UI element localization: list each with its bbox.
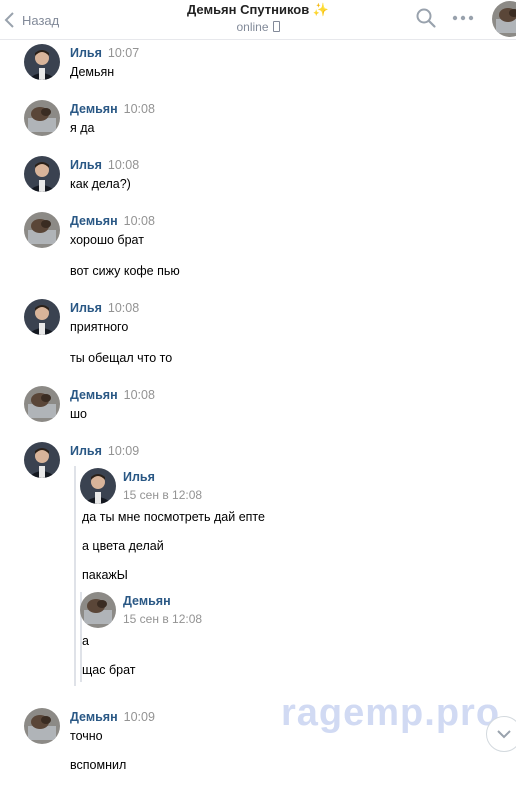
avatar[interactable] xyxy=(24,708,60,744)
message-header: Илья 10:09 xyxy=(70,444,139,458)
message-header: Илья 10:07 xyxy=(70,46,139,60)
message-time[interactable]: 10:08 xyxy=(124,102,155,116)
message-time[interactable]: 10:08 xyxy=(108,301,139,315)
message-time[interactable]: 10:08 xyxy=(124,388,155,402)
message-header: Илья 10:08 xyxy=(70,158,139,172)
message-text: хорошо брат xyxy=(70,233,144,247)
author-name[interactable]: Илья xyxy=(70,158,102,172)
forwarded-author[interactable]: Илья xyxy=(123,470,155,484)
mobile-icon xyxy=(272,21,280,32)
message-text: я да xyxy=(70,121,95,135)
message-text: щас брат xyxy=(82,663,136,677)
message-time[interactable]: 10:08 xyxy=(124,214,155,228)
watermark: ragemp.pro xyxy=(281,692,501,734)
avatar[interactable] xyxy=(24,100,60,136)
author-name[interactable]: Демьян xyxy=(70,102,118,116)
avatar[interactable] xyxy=(24,386,60,422)
search-icon[interactable] xyxy=(415,7,437,29)
message-header: Демьян 10:08 xyxy=(70,214,155,228)
online-status: online xyxy=(0,20,516,34)
message-text: приятного xyxy=(70,320,129,334)
chat-title[interactable]: Демьян Спутников ✨ xyxy=(0,2,516,18)
message-text: вспомнил xyxy=(70,758,127,772)
message: Илья 10:09 Илья 15 сен в 12:08 да ты мне … xyxy=(24,442,504,692)
status-text: online xyxy=(236,20,269,34)
avatar[interactable] xyxy=(24,44,60,80)
message-header: Демьян 10:09 xyxy=(70,710,155,724)
message-text: Демьян xyxy=(70,65,115,79)
message-header: Илья 10:08 xyxy=(70,301,139,315)
message-header: Демьян 10:08 xyxy=(70,102,155,116)
message-text: шо xyxy=(70,407,87,421)
author-name[interactable]: Илья xyxy=(70,301,102,315)
message-time[interactable]: 10:09 xyxy=(108,444,139,458)
author-name[interactable]: Демьян xyxy=(70,214,118,228)
avatar[interactable] xyxy=(80,468,116,504)
message-text: вот сижу кофе пью xyxy=(70,264,180,278)
chevron-down-icon xyxy=(497,730,511,739)
message-header: Демьян 10:08 xyxy=(70,388,155,402)
sparkle-emoji: ✨ xyxy=(312,2,330,17)
forwarded-date[interactable]: 15 сен в 12:08 xyxy=(123,612,202,626)
message-text: а цвета делай xyxy=(82,539,164,553)
message-text: пакажЫ xyxy=(82,568,128,582)
avatar[interactable] xyxy=(80,592,116,628)
message-text: а xyxy=(82,634,89,648)
chat-header: Назад Демьян Спутников ✨ online xyxy=(0,0,516,40)
message-text: ты обещал что то xyxy=(70,351,173,365)
avatar[interactable] xyxy=(24,299,60,335)
message-time[interactable]: 10:08 xyxy=(108,158,139,172)
message-text: да ты мне посмотреть дай епте xyxy=(82,510,265,524)
message: Демьян 10:08 я да xyxy=(24,100,504,140)
message-text: точно xyxy=(70,729,103,743)
forwarded-date[interactable]: 15 сен в 12:08 xyxy=(123,488,202,502)
message: Демьян 10:08 хорошо брат вот сижу кофе пь… xyxy=(24,212,504,284)
message-time[interactable]: 10:07 xyxy=(108,46,139,60)
forwarded-author[interactable]: Демьян xyxy=(123,594,171,608)
scroll-down-button[interactable] xyxy=(486,716,516,752)
more-icon[interactable] xyxy=(451,7,475,29)
message-text: как дела?) xyxy=(70,177,131,191)
forwarded-bar xyxy=(74,466,76,686)
avatar[interactable] xyxy=(24,212,60,248)
author-name[interactable]: Демьян xyxy=(70,710,118,724)
author-name[interactable]: Демьян xyxy=(70,388,118,402)
avatar[interactable] xyxy=(24,156,60,192)
author-name[interactable]: Илья xyxy=(70,444,102,458)
message: Илья 10:07 Демьян xyxy=(24,44,504,84)
message: Илья 10:08 приятного ты обещал что то xyxy=(24,299,504,371)
contact-name: Демьян Спутников xyxy=(186,2,310,17)
author-name[interactable]: Илья xyxy=(70,46,102,60)
message-time[interactable]: 10:09 xyxy=(124,710,155,724)
avatar[interactable] xyxy=(24,442,60,478)
message: Демьян 10:08 шо xyxy=(24,386,504,426)
message: Илья 10:08 как дела?) xyxy=(24,156,504,196)
